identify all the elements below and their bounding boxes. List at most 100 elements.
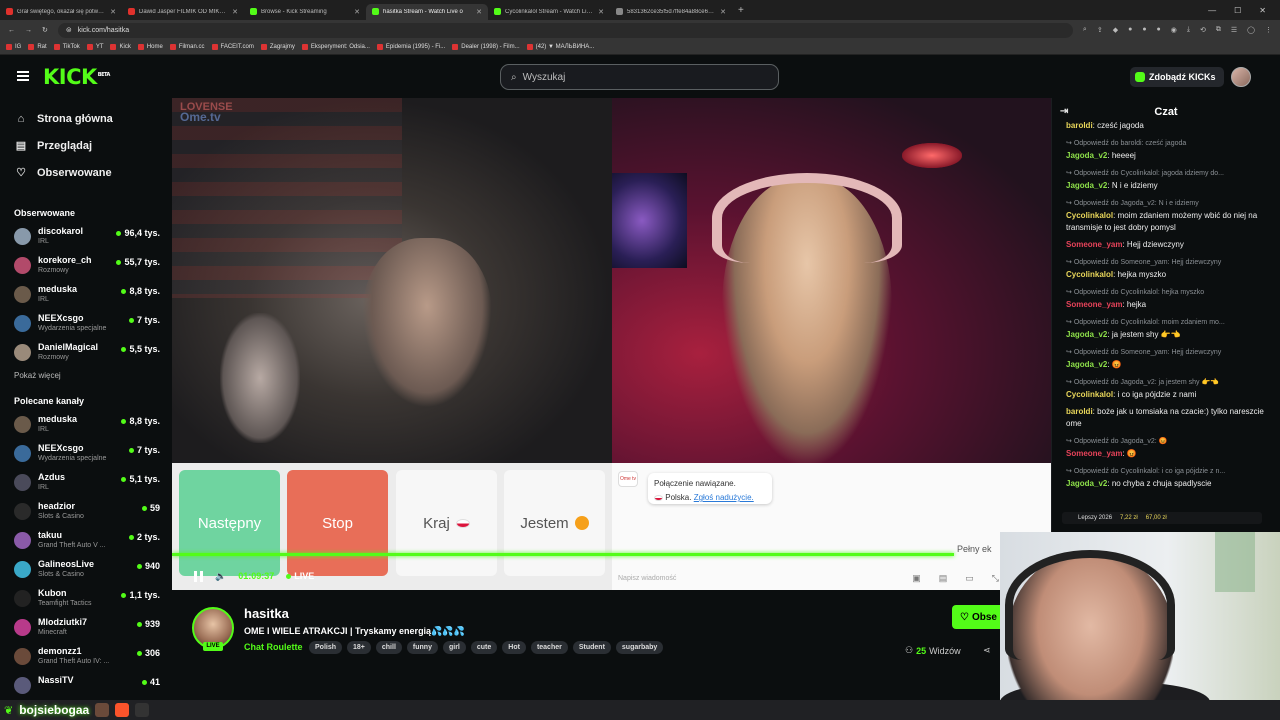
chat-username[interactable]: Someone_yam — [1066, 449, 1122, 458]
bookmark-item[interactable]: Zagrajmy — [260, 44, 295, 50]
share-page-icon[interactable]: ⇪ — [1097, 26, 1103, 34]
channel-item[interactable]: takuu Grand Theft Auto V ... 2 tys. — [0, 528, 172, 557]
get-kicks-button[interactable]: Zdobądź KICKs — [1130, 67, 1224, 87]
stream-tag[interactable]: Polish — [309, 641, 343, 654]
gift-icon[interactable]: ▤ — [939, 573, 948, 584]
brave-icon[interactable] — [115, 703, 130, 717]
share-icon[interactable]: ⋖ — [983, 645, 991, 656]
stream-tag[interactable]: teacher — [530, 641, 568, 654]
stream-tag[interactable]: sugarbaby — [615, 641, 664, 654]
bookmark-item[interactable]: Dealer (1998) - Film... — [452, 44, 520, 50]
taskbar-app-icon[interactable] — [95, 703, 110, 717]
minimize-icon[interactable]: — — [1208, 6, 1216, 15]
chat-username[interactable]: Jagoda_v2 — [1066, 151, 1107, 160]
zoom-icon[interactable]: ⌕ — [1083, 26, 1087, 34]
bookmark-item[interactable]: Rat — [28, 44, 47, 50]
channel-item[interactable]: korekore_ch Rozmowy 55,7 tys. — [0, 253, 172, 282]
chat-username[interactable]: Jagoda_v2 — [1066, 330, 1107, 339]
bookmark-item[interactable]: Home — [137, 44, 163, 50]
ome-message-input[interactable]: Napisz wiadomość — [618, 575, 676, 582]
forward-icon[interactable]: → — [25, 27, 32, 34]
browser-tab[interactable]: Grał świętego, okazał się potworem ✕ — [0, 4, 122, 20]
new-tab-button[interactable]: + — [738, 5, 744, 16]
download-icon[interactable]: ⤓ — [1187, 26, 1190, 34]
close-tab-icon[interactable]: ✕ — [232, 8, 238, 16]
channel-item[interactable]: Mlodziutki7 Minecraft 939 — [0, 615, 172, 644]
collapse-chat-icon[interactable]: ⇥ — [1060, 106, 1068, 117]
close-tab-icon[interactable]: ✕ — [476, 8, 482, 16]
stream-category[interactable]: Chat Roulette — [244, 642, 303, 652]
menu-icon[interactable] — [17, 71, 29, 81]
browser-tab[interactable]: Browse - Kick Streaming ✕ — [244, 4, 366, 20]
kick-logo[interactable]: KICKBETA — [43, 65, 110, 89]
brave-shield-icon[interactable]: ◆ — [1113, 26, 1118, 34]
screenshot-icon[interactable]: ▣ — [912, 573, 921, 584]
pause-icon[interactable] — [194, 570, 203, 582]
chat-username[interactable]: Someone_yam — [1066, 240, 1122, 249]
app-icon[interactable]: ❦ — [4, 704, 13, 717]
chat-username[interactable]: Cycolinkalol — [1066, 390, 1113, 399]
sidebar-icon[interactable]: ☰ — [1231, 26, 1237, 34]
next-button[interactable]: Następny — [179, 470, 280, 576]
browser-tab[interactable]: hasitka Stream - Watch Live o ✕ — [366, 3, 488, 20]
bookmark-item[interactable]: YT — [86, 44, 103, 50]
report-link[interactable]: Zgłoś nadużycie. — [694, 493, 754, 502]
channel-item[interactable]: demonzz1 Grand Theft Auto IV: ... 306 — [0, 644, 172, 673]
window-icon[interactable]: ▭ — [965, 573, 974, 584]
channel-item[interactable]: headzior Slots & Casino 59 — [0, 499, 172, 528]
stream-tag[interactable]: 18+ — [347, 641, 371, 654]
nav-item-przeglądaj[interactable]: ▤ Przeglądaj — [0, 132, 172, 159]
stop-button[interactable]: Stop — [287, 470, 388, 576]
channel-item[interactable]: NEEXcsgo Wydarzenia specjalne 7 tys. — [0, 441, 172, 470]
obs-icon[interactable] — [135, 703, 150, 717]
close-window-icon[interactable]: ✕ — [1259, 6, 1266, 15]
stream-tag[interactable]: Student — [572, 641, 611, 654]
back-icon[interactable]: ← — [8, 27, 15, 34]
stream-tag[interactable]: chill — [375, 641, 402, 654]
channel-item[interactable]: meduska IRL 8,8 tys. — [0, 282, 172, 311]
channel-item[interactable]: discokarol IRL 96,4 tys. — [0, 224, 172, 253]
user-avatar[interactable] — [1231, 67, 1251, 87]
bookmark-item[interactable]: (42) ▼ МАЛЬВИНА... — [526, 44, 594, 50]
gender-button[interactable]: Jestem — [504, 470, 605, 576]
stream-tag[interactable]: Hot — [502, 641, 526, 654]
maximize-icon[interactable]: ☐ — [1234, 6, 1241, 15]
link-icon[interactable]: ⧉ — [1216, 26, 1221, 34]
nav-item-strona-główna[interactable]: ⌂ Strona główna — [0, 105, 172, 132]
extension-icon[interactable]: ● — [1157, 26, 1161, 34]
bookmark-item[interactable]: Filman.cc — [169, 44, 205, 50]
history-icon[interactable]: ⟲ — [1200, 26, 1206, 34]
channel-item[interactable]: NassiTV 41 — [0, 673, 172, 702]
profile-icon[interactable]: ◯ — [1247, 26, 1255, 34]
chat-username[interactable]: baroldi — [1066, 407, 1093, 416]
streamer-name[interactable]: hasitka — [244, 606, 289, 621]
browser-tab[interactable]: Cycolinkalol Stream - Watch Live on ✕ — [488, 4, 610, 20]
channel-item[interactable]: Azdus IRL 5,1 tys. — [0, 470, 172, 499]
reload-icon[interactable]: ↻ — [42, 26, 48, 34]
bookmark-item[interactable]: IG — [6, 44, 21, 50]
volume-icon[interactable]: 🔈 — [215, 571, 226, 582]
browser-tab[interactable]: Dawid Jasper FILMIK OD MIKOŁAJA ✕ — [122, 4, 244, 20]
nav-item-obserwowane[interactable]: ♡ Obserwowane — [0, 159, 172, 186]
url-field[interactable]: ⊜ kick.com/hasitka — [57, 22, 1073, 38]
chat-username[interactable]: Jagoda_v2 — [1066, 360, 1107, 369]
close-tab-icon[interactable]: ✕ — [720, 8, 726, 16]
extension-icon[interactable]: ● — [1142, 26, 1146, 34]
channel-item[interactable]: meduska IRL 8,8 tys. — [0, 412, 172, 441]
show-more-link[interactable]: Pokaż więcej — [0, 371, 172, 380]
channel-item[interactable]: GalineosLive Slots & Casino 940 — [0, 557, 172, 586]
stream-tag[interactable]: girl — [442, 641, 466, 654]
bookmark-item[interactable]: Kick — [110, 44, 131, 50]
bookmark-item[interactable]: Epidemia (1995) - Fi... — [376, 44, 445, 50]
chat-username[interactable]: Cycolinkalol — [1066, 211, 1113, 220]
close-tab-icon[interactable]: ✕ — [354, 8, 360, 16]
country-button[interactable]: Kraj — [396, 470, 497, 576]
site-info-icon[interactable]: ⊜ — [66, 26, 72, 34]
extension-icon[interactable]: ◉ — [1171, 26, 1177, 34]
chat-username[interactable]: Someone_yam — [1066, 300, 1122, 309]
progress-bar[interactable] — [172, 553, 955, 556]
chat-username[interactable]: Jagoda_v2 — [1066, 181, 1107, 190]
channel-item[interactable]: NEEXcsgo Wydarzenia specjalne 7 tys. — [0, 311, 172, 340]
bookmark-item[interactable]: TikTok — [53, 44, 80, 50]
channel-item[interactable]: Kubon Teamfight Tactics 1,1 tys. — [0, 586, 172, 615]
